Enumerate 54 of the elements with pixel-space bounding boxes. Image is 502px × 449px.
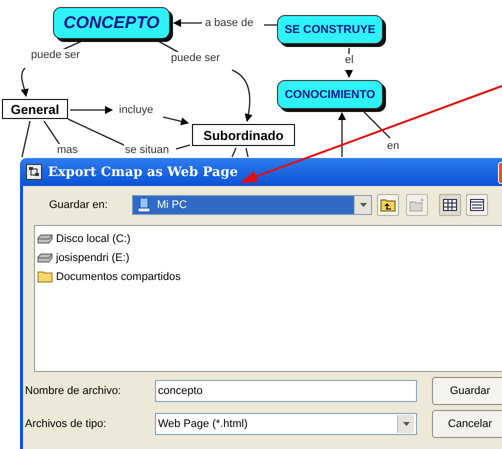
link-label: mas	[56, 144, 79, 156]
window-title: Export Cmap as Web Page	[48, 164, 238, 180]
concept-node: General	[2, 99, 68, 119]
table-icon	[470, 199, 484, 211]
connector-line	[264, 24, 277, 26]
field-label: Guardar en:	[48, 199, 109, 211]
connector-arrow	[70, 106, 113, 114]
concept-node: Subordinado	[192, 124, 295, 146]
connector-arrow	[338, 112, 346, 157]
list-view-button[interactable]	[439, 194, 461, 216]
folder-icon	[37, 270, 53, 283]
concept-node: SE CONSTRUYE	[277, 15, 383, 44]
folder-icon	[409, 198, 425, 212]
connector-arrow	[162, 116, 189, 126]
details-view-button[interactable]	[466, 194, 488, 216]
location-dropdown[interactable]: Mi PC	[132, 195, 372, 215]
connector-arrow	[173, 19, 202, 27]
concept-node: CONCEPTO	[53, 7, 170, 39]
file-list-item[interactable]: Disco local (C:)	[37, 229, 502, 248]
file-list-item[interactable]: josispendri (E:)	[37, 248, 502, 267]
link-label: a base de	[204, 17, 254, 29]
drive-icon	[37, 234, 53, 244]
connector-arrow	[345, 70, 353, 78]
file-list-item[interactable]: Documentos compartidos	[37, 267, 502, 286]
drive-icon	[37, 252, 53, 262]
connector-line	[43, 120, 61, 146]
connector-arrow	[232, 69, 252, 122]
link-label: en	[386, 140, 400, 152]
filename-field[interactable]: concepto	[155, 380, 417, 402]
field-label: Archivos de tipo:	[25, 418, 108, 430]
connector-line	[62, 40, 82, 51]
computer-icon	[137, 197, 151, 213]
connector-arrow	[20, 68, 28, 97]
connector-line	[176, 144, 190, 150]
connector-line	[231, 148, 237, 158]
save-button[interactable]: Guardar	[432, 376, 502, 404]
connector-line	[158, 40, 178, 53]
connector-line	[21, 120, 31, 158]
link-label: puede ser	[170, 52, 221, 64]
grid-icon	[443, 199, 457, 211]
up-folder-button[interactable]	[377, 194, 399, 216]
link-label: puede ser	[30, 49, 81, 61]
connector-line	[68, 118, 126, 147]
connector-line	[364, 112, 390, 138]
field-label: Nombre de archivo:	[25, 384, 122, 396]
concept-node: CONOCIMIENTO	[277, 80, 383, 109]
link-label: incluye	[118, 104, 154, 116]
link-label: se situan	[124, 144, 170, 156]
folder-up-icon	[380, 198, 396, 212]
app-icon	[26, 164, 42, 180]
file-type-dropdown[interactable]: Web Page (*.html)	[155, 412, 417, 434]
connector-line	[245, 148, 249, 158]
link-label: el	[344, 54, 355, 66]
cancel-button[interactable]: Cancelar	[432, 410, 502, 438]
